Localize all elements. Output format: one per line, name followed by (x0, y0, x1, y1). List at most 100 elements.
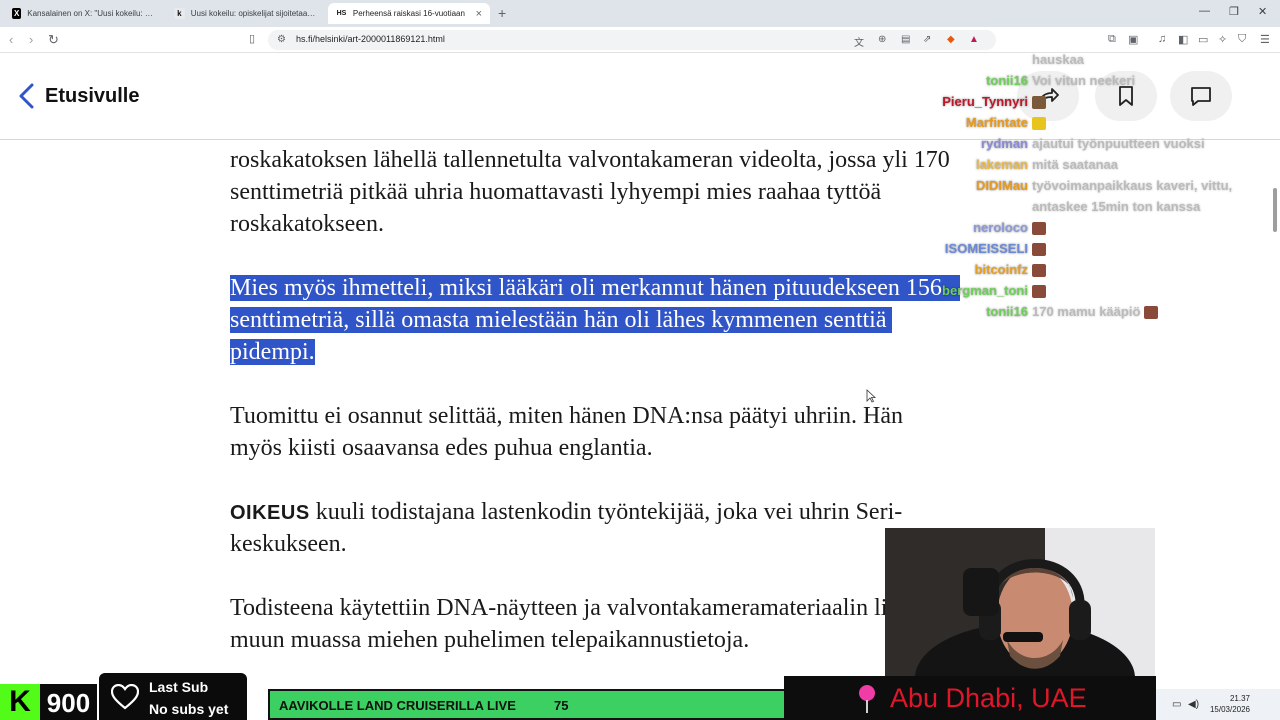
back-arrow-icon[interactable]: ‹ (9, 32, 13, 47)
reader-icon[interactable]: ▤ (901, 34, 910, 45)
chat-username: lakeman (975, 157, 1028, 172)
streamer-image (885, 528, 1155, 678)
scrollbar-thumb[interactable] (1273, 188, 1277, 232)
chat-message: tonii16 170 mamu kääpiö (900, 304, 1280, 322)
close-tab-icon[interactable]: × (476, 8, 482, 20)
volume-icon[interactable]: ◀) (1188, 699, 1199, 710)
vpn-icon[interactable]: ⛉ (1238, 33, 1246, 46)
screen: X Kansalainen on X: "Uusi kokeilu: opisk… (0, 0, 1280, 720)
media-icon[interactable]: ♫ (1158, 33, 1166, 45)
last-sub-value: No subs yet (149, 701, 229, 717)
chat-message: DIDIMau työvoimanpaikkaus kaveri, vittu, (900, 178, 1280, 196)
translate-icon[interactable]: 文 (854, 34, 864, 49)
heart-icon (111, 684, 139, 710)
chat-text: ajautui työnpuutteen vuoksi (1032, 136, 1205, 151)
paragraph-kicker: OIKEUS (230, 502, 310, 524)
chat-message: neroloco (900, 220, 1280, 238)
selected-text-line: Mies myös ihmetteli, miksi lääkäri oli m… (230, 275, 960, 301)
chat-text: työvoimanpaikkaus kaveri, vittu, (1032, 178, 1233, 193)
chat-message: Marfintate (900, 115, 1280, 133)
page-scrollbar[interactable] (1270, 140, 1280, 685)
sidebar-icon[interactable]: ◧ (1178, 33, 1188, 46)
location-text: Abu Dhabi, UAE (890, 683, 1087, 713)
url-text: hs.fi/helsinki/art-2000011869121.html (296, 34, 445, 44)
tab-groups-icon[interactable]: ▣ (1128, 33, 1138, 46)
address-bar[interactable]: ⚙ hs.fi/helsinki/art-2000011869121.html … (268, 30, 996, 50)
mouse-cursor-icon (866, 389, 876, 403)
chat-text (1032, 220, 1046, 236)
reload-icon[interactable]: ↻ (48, 32, 59, 48)
chat-username: rydman (981, 136, 1028, 151)
kick-logo-icon: K (0, 684, 40, 720)
close-window-icon[interactable]: ✕ (1258, 5, 1267, 18)
hs-logo-icon: HS (336, 8, 347, 19)
share-icon[interactable]: ⇗ (923, 34, 931, 45)
chat-username: tonii16 (986, 73, 1028, 88)
menu-icon[interactable]: ☰ (1260, 33, 1270, 46)
chat-username: Pieru_Tynnyri (942, 94, 1028, 109)
webcam-feed (885, 528, 1155, 678)
chat-message: ISOMEISSELI (900, 241, 1280, 259)
brave-shields-icon[interactable]: ◆ (947, 34, 955, 45)
selected-text-line: pidempi. (230, 339, 315, 365)
last-sub-title: Last Sub (149, 679, 209, 695)
article-paragraph: Tuomittu ei osannut selittää, miten häne… (230, 400, 1020, 464)
chat-text (1032, 262, 1046, 278)
chat-text: 170 mamu kääpiö (1032, 304, 1159, 320)
chat-emote-icon (1032, 264, 1046, 278)
system-tray: ▭ ◀) 21.37 15/03/2026 (1156, 689, 1280, 720)
brave-rewards-icon[interactable]: ▲ (969, 34, 979, 45)
chat-emote-icon (1032, 243, 1046, 257)
chat-message: hauskaa (900, 52, 1280, 70)
chat-username: bergman_toni (942, 283, 1028, 298)
tab-perheensa-active[interactable]: HS Perheensä raiskasi 16-vuotiaan × (328, 3, 490, 24)
text-line: Tuomittu ei osannut selittää, miten häne… (230, 403, 904, 429)
tab-title: Uusi kokeilu: opiskelijat sijoitetaan m (190, 9, 318, 18)
chat-username: bitcoinfz (974, 262, 1028, 277)
chat-username: tonii16 (986, 304, 1028, 319)
chat-emote-icon (1144, 306, 1159, 320)
network-icon[interactable]: ▭ (1172, 699, 1181, 710)
text-line: myös kiisti osaavansa edes puhua englant… (230, 435, 653, 461)
site-info-icon[interactable]: ⚙ (277, 34, 286, 45)
new-tab-icon[interactable]: + (498, 5, 506, 21)
donation-goal-bar: AAVIKOLLE LAND CRUISERILLA LIVE 75 75 (268, 689, 850, 720)
back-to-frontpage-link[interactable]: Etusivulle (45, 85, 139, 108)
clock-date: 15/03/2026 (1209, 705, 1250, 714)
tab-uusi-kokeilu[interactable]: k Uusi kokeilu: opiskelijat sijoitetaan … (166, 3, 326, 24)
chat-username: neroloco (973, 220, 1028, 235)
restore-icon[interactable]: ❐ (1229, 5, 1239, 18)
forward-arrow-icon[interactable]: › (29, 32, 33, 47)
map-pin-icon (859, 685, 875, 713)
chat-username: Marfintate (965, 115, 1028, 130)
chat-text (1032, 115, 1046, 131)
chat-emote-icon (1032, 117, 1046, 131)
minimize-icon[interactable]: — (1199, 5, 1210, 17)
chat-message: antaskee 15min ton kanssa (900, 199, 1280, 217)
bookmark-icon[interactable]: ▯ (249, 32, 255, 45)
chat-username: DIDIMau (976, 178, 1028, 193)
goal-current: 75 (554, 698, 569, 713)
viewer-count: 900 (40, 684, 97, 720)
text-line: kuuli todistajana lastenkodin työntekijä… (309, 499, 903, 525)
goal-label: AAVIKOLLE LAND CRUISERILLA LIVE (279, 698, 516, 713)
zoom-icon[interactable]: ⊕ (878, 34, 886, 45)
clock[interactable]: 21.37 15/03/2026 (1210, 693, 1250, 715)
chat-text: mitä saatanaa (1032, 157, 1118, 172)
wallet-icon[interactable]: ▭ (1198, 33, 1208, 46)
chat-text (1032, 94, 1046, 110)
chevron-left-icon[interactable] (16, 82, 38, 110)
chat-text: hauskaa (1032, 52, 1085, 67)
chat-message: rydman ajautui työnpuutteen vuoksi (900, 136, 1280, 154)
browser-tab-bar: X Kansalainen on X: "Uusi kokeilu: opisk… (0, 0, 1280, 27)
location-widget: Abu Dhabi, UAE (784, 676, 1156, 720)
extensions-icon[interactable]: ⧉ (1108, 33, 1116, 46)
tab-kansalainen-x[interactable]: X Kansalainen on X: "Uusi kokeilu: opisk… (4, 3, 164, 24)
leo-ai-icon[interactable]: ✧ (1218, 33, 1227, 46)
chat-message: bitcoinfz (900, 262, 1280, 280)
chat-emote-icon (1032, 96, 1046, 110)
browser-toolbar: ‹ › ↻ ▯ ⚙ hs.fi/helsinki/art-20000118691… (0, 27, 1280, 53)
last-sub-widget: Last Sub No subs yet (99, 673, 247, 720)
clock-time: 21.37 (1229, 694, 1250, 703)
chat-message-text: 170 mamu kääpiö (1032, 304, 1141, 319)
